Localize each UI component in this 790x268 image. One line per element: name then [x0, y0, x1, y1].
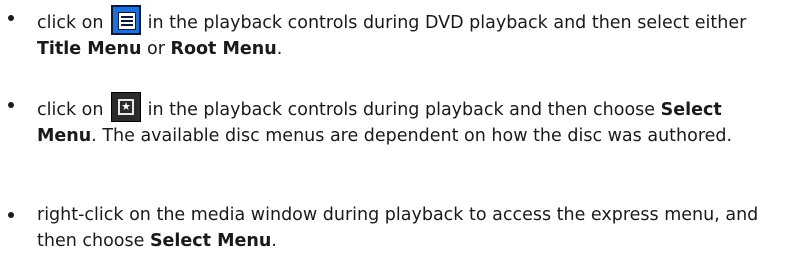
title-menu-list-icon — [111, 5, 142, 35]
item-text-end: . The available disc menus are dependent… — [91, 126, 733, 146]
title-menu-label: Title Menu — [37, 39, 142, 59]
list-item-text: right-click on the media window during p… — [37, 202, 782, 254]
root-menu-label: Root Menu — [170, 39, 277, 59]
item-text-end: . — [271, 231, 277, 251]
list-item-text: click on ★ in the playback controls duri… — [37, 92, 782, 149]
item-text-mid: in the playback controls during playback… — [142, 100, 661, 120]
select-menu-star-icon: ★ — [111, 92, 142, 122]
bullet-point — [8, 102, 14, 108]
select-menu-label: Select Menu — [149, 231, 272, 251]
item-text-or: or — [141, 39, 171, 59]
item-text-pre: click on — [37, 13, 104, 33]
list-item-text: click on in the playback controls during… — [37, 5, 782, 62]
item-text-pre: click on — [37, 100, 104, 120]
item-text-mid: in the playback controls during DVD play… — [142, 13, 747, 33]
document-body: click on in the playback controls during… — [0, 0, 790, 268]
bullet-point — [8, 15, 14, 21]
bullet-point — [8, 212, 14, 218]
item-text-pre: right-click on the media window during p… — [37, 205, 759, 251]
item-text-end: . — [276, 39, 283, 59]
